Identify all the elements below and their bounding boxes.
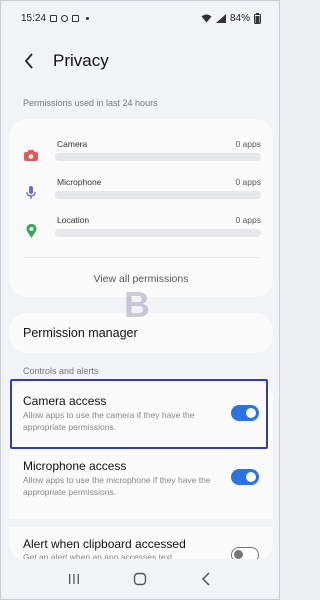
recent-apps-icon[interactable] xyxy=(64,569,84,589)
more-notifications-icon xyxy=(86,16,90,20)
signal-icon xyxy=(215,13,226,23)
location-icon xyxy=(23,223,39,239)
status-bar: 15:24 84% xyxy=(1,1,279,35)
battery-icon xyxy=(254,12,261,24)
home-icon[interactable] xyxy=(130,569,150,589)
section-gap xyxy=(9,519,273,527)
usage-bar xyxy=(55,191,261,199)
status-left: 15:24 xyxy=(21,12,90,24)
clipboard-alert-title: Alert when clipboard accessed xyxy=(23,537,186,551)
status-right: 84% xyxy=(201,12,261,24)
back-arrow-icon[interactable] xyxy=(21,53,37,69)
controls-alerts-label: Controls and alerts xyxy=(23,366,99,376)
permission-name: Camera xyxy=(57,139,88,149)
permission-count: 0 apps xyxy=(235,177,261,187)
microphone-access-title: Microphone access xyxy=(23,459,127,473)
permissions-used-card: Camera 0 apps Microphone 0 apps Location… xyxy=(9,119,273,297)
permission-count: 0 apps xyxy=(235,215,261,225)
battery-percentage: 84% xyxy=(229,12,250,24)
camera-icon xyxy=(23,147,39,163)
permission-name: Location xyxy=(57,215,90,225)
phone-screen: 15:24 84% Privacy Permissions used in la… xyxy=(0,0,280,600)
permission-manager-label: Permission manager xyxy=(23,326,138,340)
usage-bar xyxy=(55,153,261,161)
gallery-notification-icon xyxy=(50,14,58,22)
permissions-used-label: Permissions used in last 24 hours xyxy=(23,98,158,108)
watermark-logo: B xyxy=(124,284,150,325)
wifi-icon xyxy=(201,14,212,22)
header: Privacy xyxy=(1,41,279,81)
microphone-access-toggle[interactable] xyxy=(231,469,259,485)
permission-row-microphone[interactable]: Microphone 0 apps xyxy=(9,173,273,209)
permission-row-location[interactable]: Location 0 apps xyxy=(9,211,273,247)
permission-name: Microphone xyxy=(57,177,102,187)
microphone-access-desc: Allow apps to use the microphone if they… xyxy=(23,475,211,497)
settings-notification-icon xyxy=(61,14,69,22)
usage-bar xyxy=(55,229,261,237)
permission-row-camera[interactable]: Camera 0 apps xyxy=(9,135,273,171)
highlight-box xyxy=(10,379,268,449)
divider xyxy=(23,257,259,258)
back-nav-icon[interactable] xyxy=(196,569,216,589)
page-title: Privacy xyxy=(53,51,109,70)
permission-count: 0 apps xyxy=(235,139,261,149)
status-time: 15:24 xyxy=(21,12,47,24)
navigation-bar xyxy=(1,559,279,599)
microphone-icon xyxy=(23,185,39,201)
app-notification-icon xyxy=(72,14,80,22)
